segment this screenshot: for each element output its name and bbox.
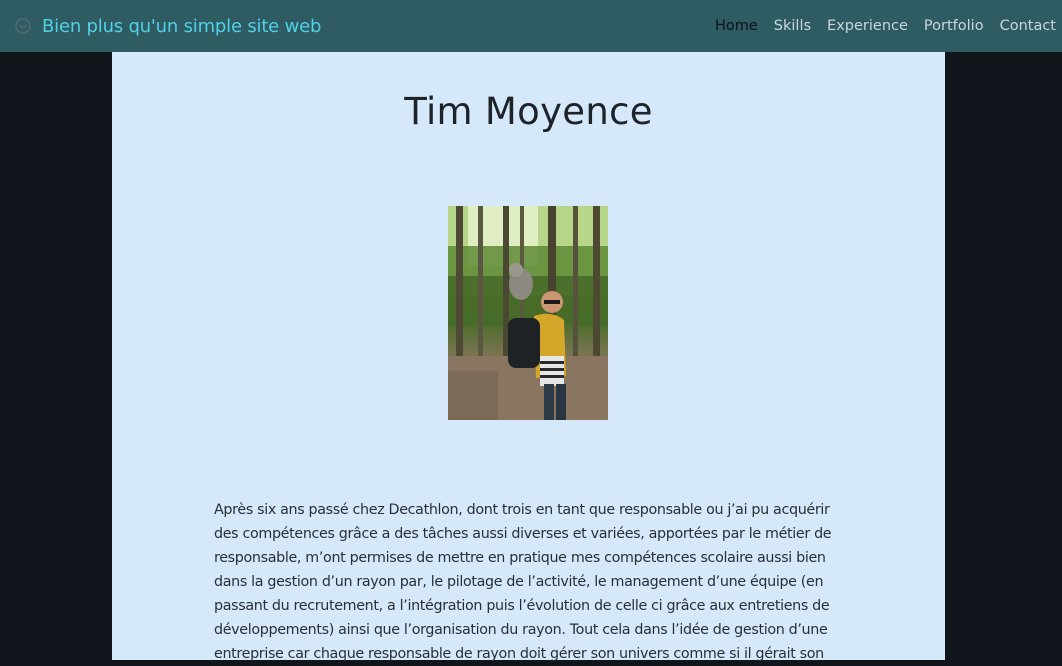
profile-photo-illustration (448, 206, 608, 420)
profile-photo (448, 206, 608, 420)
brand[interactable]: Bien plus qu'un simple site web (14, 16, 321, 37)
nav-link-portfolio[interactable]: Portfolio (924, 18, 984, 34)
nav-link-home[interactable]: Home (715, 18, 758, 34)
brand-text: Bien plus qu'un simple site web (42, 15, 322, 37)
nav-link-experience[interactable]: Experience (827, 18, 908, 34)
circle-check-icon (14, 17, 32, 35)
bio-paragraph: Après six ans passé chez Decathlon, dont… (214, 502, 832, 662)
navbar: Bien plus qu'un simple site web Home Ski… (0, 0, 1062, 52)
nav-links: Home Skills Experience Portfolio Contact (699, 0, 1056, 52)
main-content: Tim Moyence Après six ans passé chez Dec… (112, 52, 945, 662)
nav-link-skills[interactable]: Skills (774, 18, 811, 34)
nav-link-contact[interactable]: Contact (1000, 18, 1056, 34)
page-title: Tim Moyence (404, 90, 653, 133)
